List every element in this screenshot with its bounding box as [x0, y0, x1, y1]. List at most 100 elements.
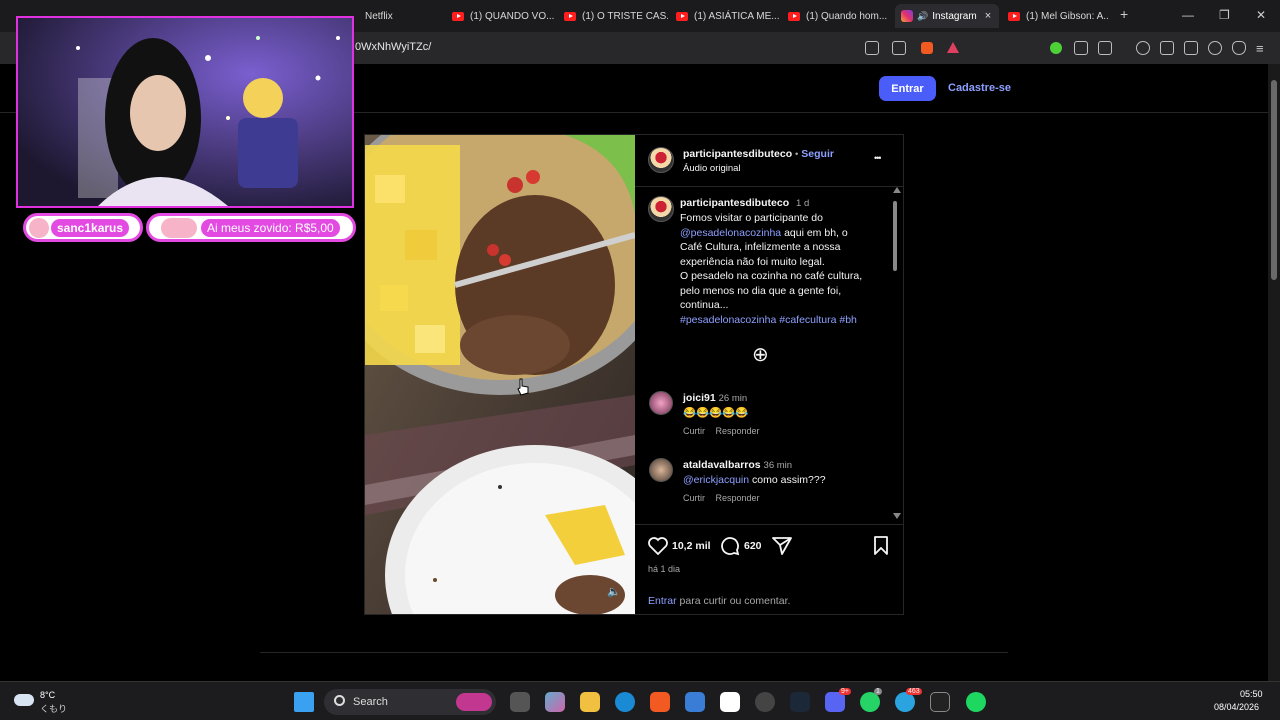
- extension-green-icon[interactable]: [1050, 42, 1062, 54]
- spotify-icon[interactable]: [966, 692, 986, 712]
- commenter-avatar[interactable]: [649, 391, 673, 415]
- clock-date[interactable]: 08/04/2026: [1214, 702, 1259, 712]
- caption-hashtags[interactable]: #pesadelonacozinha #cafecultura #bh: [680, 313, 885, 328]
- comment-text: @erickjacquin como assim???: [683, 473, 893, 487]
- bookmark-icon[interactable]: [873, 536, 889, 556]
- tab-netflix[interactable]: Netflix: [355, 4, 445, 28]
- follow-button[interactable]: Seguir: [801, 148, 834, 160]
- vpn-shield-icon[interactable]: [1232, 41, 1246, 55]
- notion-icon[interactable]: [720, 692, 740, 712]
- audio-label[interactable]: Áudio original: [683, 163, 741, 174]
- mute-icon[interactable]: 🔈: [607, 585, 621, 598]
- caption-avatar[interactable]: [648, 196, 674, 222]
- comment-body: ataldavalbarros 36 min @erickjacquin com…: [683, 458, 893, 487]
- commenter-avatar[interactable]: [649, 458, 673, 482]
- scroll-down-arrow-icon[interactable]: [893, 513, 901, 519]
- menu-icon[interactable]: ≡: [1256, 41, 1264, 56]
- login-prompt-link[interactable]: Entrar: [648, 595, 677, 607]
- whatsapp-badge: 1: [874, 688, 882, 695]
- post-video[interactable]: 🔈: [365, 135, 635, 614]
- hand-cursor-icon: [517, 378, 529, 396]
- weather-cloud-icon[interactable]: [14, 694, 34, 706]
- author-username[interactable]: participantesdibuteco: [683, 148, 792, 160]
- tab-youtube-1[interactable]: (1) QUANDO VO...: [452, 4, 556, 28]
- scroll-up-arrow-icon[interactable]: [893, 187, 901, 193]
- more-options-icon[interactable]: •••: [874, 153, 882, 163]
- comment-username[interactable]: joici91: [683, 392, 716, 404]
- brave-rewards-icon[interactable]: [947, 42, 959, 53]
- comment-username[interactable]: ataldavalbarros: [683, 459, 761, 471]
- extensions-puzzle-icon[interactable]: [1074, 41, 1088, 55]
- screenshot-icon[interactable]: [1098, 41, 1112, 55]
- post-header: participantesdibuteco • Seguir: [683, 148, 834, 160]
- windows-start-icon[interactable]: [294, 692, 314, 712]
- page-scroll-thumb[interactable]: [1271, 80, 1277, 280]
- signup-link[interactable]: Cadastre-se: [948, 82, 1011, 94]
- minimize-button[interactable]: —: [1182, 8, 1194, 22]
- tab-title: (1) Quando hom...: [806, 10, 888, 22]
- discord-icon[interactable]: [825, 692, 845, 712]
- tab-youtube-5[interactable]: (1) Mel Gibson: A...: [1008, 4, 1108, 28]
- weather-temp[interactable]: 8°C: [40, 690, 55, 700]
- music-icon[interactable]: [1136, 41, 1150, 55]
- telegram-icon[interactable]: [895, 692, 915, 712]
- search-icon: [334, 695, 345, 706]
- login-button[interactable]: Entrar: [879, 76, 936, 101]
- donation-alert-user: sanc1karus: [23, 213, 143, 242]
- comment-mention[interactable]: @erickjacquin: [683, 474, 749, 486]
- clock-time[interactable]: 05:50: [1240, 689, 1263, 699]
- share-icon[interactable]: [772, 537, 792, 555]
- brave-icon[interactable]: [650, 692, 670, 712]
- load-more-comments-icon[interactable]: ⊕: [752, 345, 769, 365]
- comment-reply-button[interactable]: Responder: [716, 493, 760, 503]
- comment-reply-button[interactable]: Responder: [716, 426, 760, 436]
- close-tab-icon[interactable]: ×: [985, 10, 991, 22]
- edge-icon[interactable]: [615, 692, 635, 712]
- caption-mention[interactable]: @pesadelonacozinha: [680, 227, 781, 239]
- file-explorer-icon[interactable]: [580, 692, 600, 712]
- taskbar-search-box[interactable]: Search: [324, 689, 496, 715]
- brave-shields-icon[interactable]: [921, 42, 933, 54]
- comments-scrollbar[interactable]: [891, 187, 901, 521]
- wallet-icon[interactable]: [1184, 41, 1198, 55]
- tab-instagram[interactable]: 🔊 Instagram ×: [895, 4, 999, 28]
- whatsapp-icon[interactable]: [860, 692, 880, 712]
- page-scrollbar[interactable]: [1268, 64, 1280, 681]
- heart-icon[interactable]: [648, 537, 668, 555]
- caption-line: Fomos visitar o participante do: [680, 212, 823, 224]
- leo-ai-icon[interactable]: [1208, 41, 1222, 55]
- weather-desc[interactable]: くもり: [40, 702, 67, 715]
- epic-games-icon[interactable]: [930, 692, 950, 712]
- post-actions: 10,2 mil 620 há 1 dia Entrar para curtir…: [635, 524, 903, 614]
- sidebar-icon[interactable]: [1160, 41, 1174, 55]
- streamer-webcam-feed: [18, 18, 352, 206]
- comment-like-button[interactable]: Curtir: [683, 493, 705, 503]
- piggy-icon: [161, 217, 197, 238]
- share-icon[interactable]: [892, 41, 906, 55]
- url-field[interactable]: 0WxNhWyiTZc/: [355, 41, 431, 53]
- steam-icon[interactable]: [790, 692, 810, 712]
- youtube-icon: [788, 11, 800, 21]
- author-avatar[interactable]: [648, 147, 674, 173]
- comment-item: ataldavalbarros 36 min @erickjacquin com…: [649, 458, 889, 508]
- caption-username[interactable]: participantesdibuteco: [680, 197, 789, 209]
- tab-youtube-2[interactable]: (1) O TRISTE CAS...: [564, 4, 668, 28]
- new-tab-button[interactable]: +: [1120, 6, 1128, 22]
- tab-youtube-4[interactable]: (1) Quando hom...: [788, 4, 892, 28]
- obs-icon[interactable]: [755, 692, 775, 712]
- maximize-button[interactable]: ❐: [1219, 8, 1230, 22]
- tab-title: (1) O TRISTE CAS...: [582, 10, 668, 22]
- comment-icon[interactable]: [720, 536, 740, 556]
- caption-header: participantesdibuteco 1 d: [680, 197, 809, 209]
- cast-icon[interactable]: [865, 41, 879, 55]
- copilot-icon[interactable]: [545, 692, 565, 712]
- comment-item: joici91 26 min 😂😂😂😂😂 Curtir Responder: [649, 391, 889, 441]
- close-window-button[interactable]: ✕: [1256, 8, 1266, 22]
- task-view-icon[interactable]: [510, 692, 530, 712]
- microsoft-store-icon[interactable]: [685, 692, 705, 712]
- comment-actions: Curtir Responder: [683, 426, 760, 436]
- scroll-thumb[interactable]: [893, 201, 897, 271]
- comment-like-button[interactable]: Curtir: [683, 426, 705, 436]
- discord-badge: 9+: [839, 688, 851, 695]
- tab-youtube-3[interactable]: (1) ASIÁTICA ME...: [676, 4, 780, 28]
